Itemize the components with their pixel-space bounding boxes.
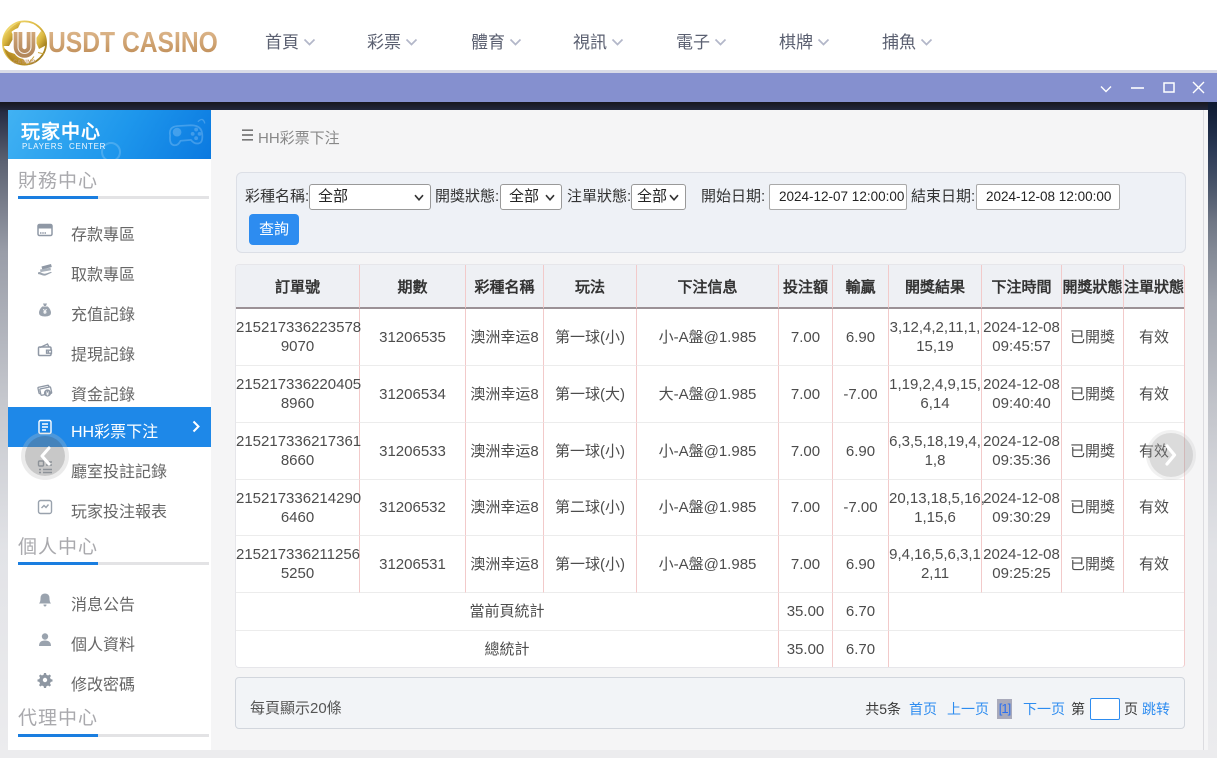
- svg-text:¥: ¥: [43, 309, 47, 316]
- svg-text:CASINO: CASINO: [13, 60, 36, 66]
